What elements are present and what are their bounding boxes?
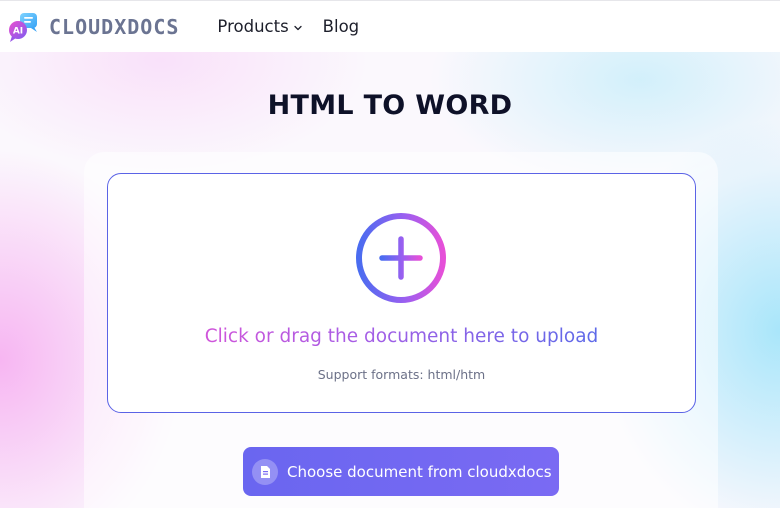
page-title: HTML TO WORD	[267, 90, 513, 121]
chat-bubbles-ai-icon: AI	[9, 12, 37, 42]
choose-button-label: Choose document from cloudxdocs	[287, 462, 552, 481]
page: AI CLOUDXDOCS Products Blog HTML TO WORD	[0, 0, 780, 508]
document-icon	[261, 465, 270, 478]
document-icon-wrap	[252, 458, 278, 485]
upload-prompt: Click or drag the document here to uploa…	[107, 326, 696, 347]
brand-name: CLOUDXDOCS	[49, 14, 180, 39]
nav-blog-label: Blog	[322, 17, 360, 36]
supported-formats: Support formats: html/htm	[317, 367, 486, 382]
top-navbar: AI CLOUDXDOCS Products Blog	[0, 0, 780, 52]
plus-circle-icon[interactable]	[355, 212, 447, 304]
main-nav: Products Blog	[217, 17, 359, 36]
nav-products[interactable]: Products	[217, 17, 302, 36]
choose-from-cloudxdocs-button[interactable]: Choose document from cloudxdocs	[243, 447, 559, 496]
nav-products-label: Products	[217, 17, 289, 36]
chevron-down-icon	[294, 25, 302, 30]
nav-blog[interactable]: Blog	[323, 17, 359, 36]
logo-badge-text: AI	[13, 26, 23, 36]
brand-logo[interactable]: AI CLOUDXDOCS	[7, 10, 179, 44]
